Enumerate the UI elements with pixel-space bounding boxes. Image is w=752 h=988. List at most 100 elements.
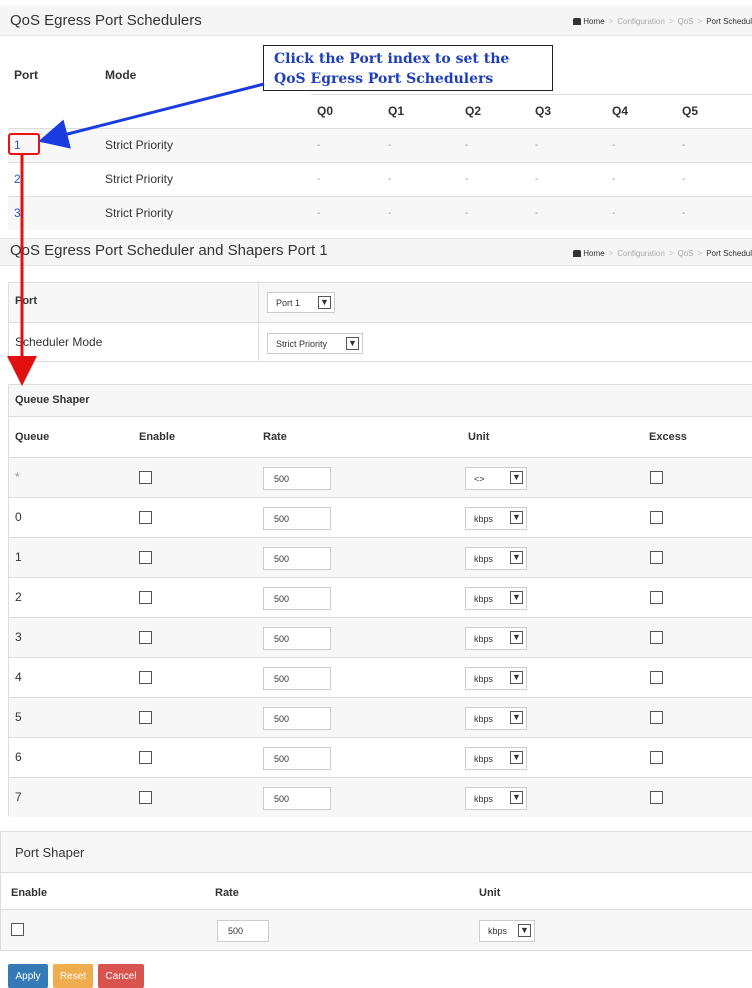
queue-unit-select[interactable]: kbps ▼: [465, 587, 527, 610]
queue-label: 7: [15, 790, 22, 804]
mode-cell: Strict Priority: [99, 195, 311, 230]
table-row: 3 Strict Priority - - - - - -: [8, 195, 752, 230]
queue-rate-value: 500: [274, 713, 290, 724]
queue-label: 0: [15, 510, 22, 524]
breadcrumb-home[interactable]: Home: [583, 17, 604, 26]
cancel-button[interactable]: Cancel: [98, 964, 144, 988]
header-q1: Q1: [382, 93, 459, 128]
queue-unit-value: <>: [474, 473, 485, 484]
queue-rate-input[interactable]: 500: [263, 627, 331, 650]
port-shaper-unit-select[interactable]: kbps ▼: [479, 920, 535, 942]
queue-label: 2: [15, 590, 22, 604]
queue-enable-checkbox[interactable]: [139, 751, 152, 764]
queue-excess-checkbox[interactable]: [650, 671, 663, 684]
chevron-down-icon: ▼: [510, 671, 523, 684]
header-q5: Q5: [676, 93, 752, 128]
port-select[interactable]: Port 1 ▼: [267, 292, 335, 313]
weight-cell: -: [606, 127, 676, 162]
port-shaper-rate-input[interactable]: 500: [217, 920, 269, 942]
header-unit: Unit: [479, 887, 501, 899]
queue-label: 6: [15, 750, 22, 764]
weight-cell: -: [382, 195, 459, 230]
queue-excess-checkbox[interactable]: [650, 591, 663, 604]
weight-cell: -: [676, 127, 752, 162]
breadcrumb-configuration[interactable]: Configuration: [617, 17, 665, 26]
page-title: QoS Egress Port Schedulers: [10, 12, 202, 29]
weight-cell: -: [459, 161, 529, 196]
queue-enable-checkbox[interactable]: [139, 591, 152, 604]
queue-unit-select[interactable]: kbps ▼: [465, 707, 527, 730]
queue-enable-checkbox[interactable]: [139, 511, 152, 524]
queue-unit-select[interactable]: kbps ▼: [465, 547, 527, 570]
chevron-down-icon: ▼: [510, 551, 523, 564]
home-icon: [573, 18, 582, 26]
port-shaper-rate-value: 500: [228, 926, 244, 936]
queue-rate-input[interactable]: 500: [263, 507, 331, 530]
weight-cell: -: [529, 127, 606, 162]
header-queue: Queue: [15, 431, 50, 443]
queue-excess-checkbox[interactable]: [650, 551, 663, 564]
chevron-down-icon: ▼: [510, 511, 523, 524]
queue-unit-value: kbps: [474, 513, 494, 524]
table-row: 2 Strict Priority - - - - - -: [8, 161, 752, 196]
queue-rate-value: 500: [274, 633, 290, 644]
port-link-2[interactable]: 2: [14, 172, 21, 186]
reset-button[interactable]: Reset: [53, 964, 93, 988]
queue-unit-select[interactable]: kbps ▼: [465, 747, 527, 770]
queue-excess-checkbox[interactable]: [650, 711, 663, 724]
header-unit: Unit: [468, 431, 490, 443]
queue-unit-value: kbps: [474, 753, 494, 764]
queue-rate-value: 500: [274, 553, 290, 564]
queue-rate-input[interactable]: 500: [263, 707, 331, 730]
table-row: 1 Strict Priority - - - - - -: [8, 127, 752, 162]
queue-enable-checkbox[interactable]: [139, 791, 152, 804]
queue-rate-input[interactable]: 500: [263, 467, 331, 490]
apply-button[interactable]: Apply: [8, 964, 48, 988]
queue-unit-value: kbps: [474, 673, 494, 684]
queue-excess-checkbox[interactable]: [650, 751, 663, 764]
queue-rate-input[interactable]: 500: [263, 547, 331, 570]
queue-unit-select[interactable]: kbps ▼: [465, 627, 527, 650]
queue-label: 4: [15, 670, 22, 684]
chevron-down-icon: ▼: [510, 791, 523, 804]
weight-cell: -: [606, 161, 676, 196]
queue-unit-select[interactable]: kbps ▼: [465, 507, 527, 530]
queue-enable-checkbox[interactable]: [139, 551, 152, 564]
queue-rate-input[interactable]: 500: [263, 787, 331, 810]
header-port: Port: [14, 68, 38, 82]
queue-unit-select[interactable]: kbps ▼: [465, 667, 527, 690]
queue-rate-value: 500: [274, 473, 290, 484]
queue-row: 4 500 kbps ▼: [9, 657, 752, 697]
queue-enable-checkbox[interactable]: [139, 711, 152, 724]
port-link-3[interactable]: 3: [14, 206, 21, 220]
queue-excess-checkbox[interactable]: [650, 511, 663, 524]
header-enable: Enable: [11, 887, 48, 899]
breadcrumb-configuration[interactable]: Configuration: [617, 249, 665, 258]
queue-rate-input[interactable]: 500: [263, 747, 331, 770]
scheduler-mode-select[interactable]: Strict Priority ▼: [267, 333, 363, 354]
queue-rate-input[interactable]: 500: [263, 587, 331, 610]
weight-cell: -: [529, 195, 606, 230]
scheduler-mode-value: Strict Priority: [276, 338, 328, 349]
chevron-down-icon: ▼: [510, 631, 523, 644]
queue-unit-select[interactable]: kbps ▼: [465, 787, 527, 810]
queue-rate-input[interactable]: 500: [263, 667, 331, 690]
chevron-down-icon: ▼: [346, 337, 359, 350]
queue-unit-select[interactable]: <> ▼: [465, 467, 527, 490]
home-icon: [573, 250, 582, 258]
chevron-down-icon: ▼: [510, 591, 523, 604]
queue-excess-checkbox[interactable]: [650, 471, 663, 484]
breadcrumb-qos[interactable]: QoS: [678, 17, 694, 26]
queue-row: 1 500 kbps ▼: [9, 537, 752, 577]
queue-shaper-panel: Queue Shaper Queue Enable Rate Unit Exce…: [8, 384, 752, 817]
breadcrumb-qos[interactable]: QoS: [678, 249, 694, 258]
breadcrumb-home[interactable]: Home: [583, 249, 604, 258]
queue-excess-checkbox[interactable]: [650, 791, 663, 804]
port-shaper-enable-checkbox[interactable]: [11, 923, 24, 936]
queue-excess-checkbox[interactable]: [650, 631, 663, 644]
port-shaper-title: Port Shaper: [15, 845, 85, 860]
queue-enable-checkbox[interactable]: [139, 471, 152, 484]
queue-rate-value: 500: [274, 673, 290, 684]
queue-enable-checkbox[interactable]: [139, 671, 152, 684]
queue-enable-checkbox[interactable]: [139, 631, 152, 644]
